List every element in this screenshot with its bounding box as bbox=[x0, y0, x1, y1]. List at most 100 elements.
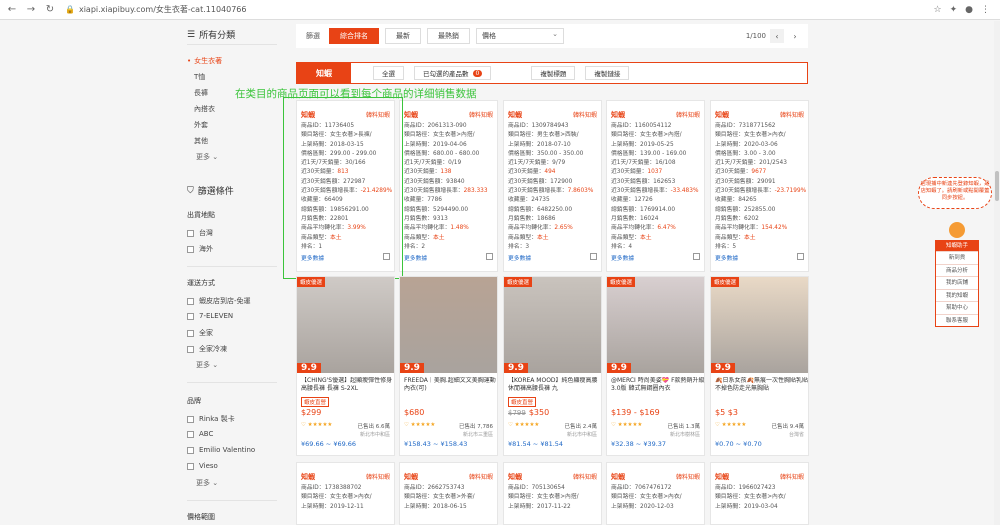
checkbox[interactable] bbox=[187, 430, 194, 438]
more-data-link[interactable]: 更多數據 bbox=[715, 253, 738, 262]
product-title[interactable]: 🍂日系女孩🍂無痕一次性胸貼乳貼 不掉色防走光無胸貼 bbox=[715, 377, 809, 393]
select-checkbox[interactable] bbox=[383, 253, 390, 261]
zhixia-link[interactable]: 韓料知蝦 bbox=[780, 472, 804, 481]
category-item[interactable]: T恤 bbox=[194, 72, 205, 82]
field-value: 5 bbox=[732, 243, 737, 250]
prev-page-button[interactable]: ‹ bbox=[770, 29, 784, 43]
assistant-panel-item[interactable]: 聯系客服 bbox=[936, 313, 978, 327]
assistant-panel-item[interactable]: 商品分析 bbox=[936, 263, 978, 277]
zhixia-link[interactable]: 韓料知蝦 bbox=[780, 110, 804, 119]
zhixia-link[interactable]: 韓料知蝦 bbox=[469, 110, 493, 119]
annotation-text: 在类目的商品页面可以看到每个商品的详细销售数据 bbox=[235, 88, 477, 100]
shipping-option[interactable]: 全家冷凍 bbox=[187, 344, 227, 354]
product-image[interactable]: 蝦皮優選 9.9 bbox=[607, 277, 704, 373]
product-card[interactable]: 蝦皮優選 9.9 🍂日系女孩🍂無痕一次性胸貼乳貼 不掉色防走光無胸貼 $5 $3 ♡ ★… bbox=[710, 276, 809, 456]
product-card[interactable]: 9.9 FREEDA｜美胸.超細文文美胸運動內衣(可) $680 ♡ ★★★★★ 已售出… bbox=[399, 276, 498, 456]
field-label: 商品類型： bbox=[611, 234, 640, 241]
more-data-link[interactable]: 更多數據 bbox=[508, 253, 531, 262]
category-item[interactable]: 長褲 bbox=[194, 88, 208, 98]
ship-from-option[interactable]: 台灣 bbox=[187, 228, 213, 238]
zhixia-link[interactable]: 韓料知蝦 bbox=[573, 110, 597, 119]
assistant-panel-item[interactable]: 我的店鋪 bbox=[936, 276, 978, 289]
assistant-robot-icon[interactable] bbox=[949, 222, 965, 238]
categories-more[interactable]: 更多 ⌄ bbox=[196, 152, 218, 162]
select-checkbox[interactable] bbox=[797, 253, 804, 261]
category-item[interactable]: 其他 bbox=[194, 136, 208, 146]
menu-icon[interactable]: ⋮ bbox=[981, 5, 990, 15]
product-image[interactable]: 9.9 bbox=[400, 277, 497, 373]
zhixia-link[interactable]: 韓料知蝦 bbox=[676, 110, 700, 119]
all-categories-title[interactable]: ☰ 所有分類 bbox=[187, 28, 235, 42]
field-value: 2020-12-03 bbox=[640, 503, 674, 510]
shipping-more[interactable]: 更多 ⌄ bbox=[196, 360, 218, 370]
card-field-conv: 商品平均轉化率：6.47% bbox=[607, 224, 704, 233]
product-image[interactable]: 蝦皮優選 9.9 bbox=[297, 277, 394, 373]
assistant-panel-item[interactable]: 幫助中心 bbox=[936, 301, 978, 314]
scrollbar-thumb[interactable] bbox=[995, 171, 999, 201]
address-bar[interactable]: 🔒 xiapi.xiapibuy.com/女生衣著-cat.11040766 bbox=[65, 4, 246, 15]
assistant-panel-item[interactable]: 我的知蝦 bbox=[936, 288, 978, 302]
zhixia-link[interactable]: 韓料知蝦 bbox=[366, 472, 390, 481]
zhixia-link[interactable]: 韓料知蝦 bbox=[366, 110, 390, 119]
category-item[interactable]: 內搭衣 bbox=[194, 104, 215, 114]
zhixia-link[interactable]: 韓料知蝦 bbox=[573, 472, 597, 481]
product-card[interactable]: 蝦皮優選 9.9 @MERCI 時尚美姿💝 F款熱銷升級3.0版 韓式無鋼圈內衣 $1… bbox=[606, 276, 705, 456]
checkbox[interactable] bbox=[187, 245, 194, 253]
assistant-panel-item[interactable]: 新到貨 bbox=[936, 251, 978, 264]
more-data-link[interactable]: 更多數據 bbox=[301, 253, 324, 262]
product-title[interactable]: FREEDA｜美胸.超細文文美胸運動內衣(可) bbox=[404, 377, 498, 393]
sort-latest-button[interactable]: 最新 bbox=[385, 28, 421, 44]
reload-icon[interactable]: ↻ bbox=[43, 3, 57, 17]
shipping-option[interactable]: 7-ELEVEN bbox=[187, 312, 233, 320]
checkbox[interactable] bbox=[187, 462, 194, 470]
card-field-growth: 近30天銷售額增長率：7.8603% bbox=[504, 187, 601, 196]
copy-link-button[interactable]: 複製鏈接 bbox=[585, 66, 630, 80]
product-title[interactable]: 【KOREA MOOD】純色顯瘦高腰休閒褲高腰長褲 九 bbox=[508, 377, 602, 393]
ship-from-option[interactable]: 海外 bbox=[187, 244, 213, 254]
field-label: 收藏量： bbox=[404, 197, 428, 204]
zhixia-link[interactable]: 韓料知蝦 bbox=[676, 472, 700, 481]
next-page-button[interactable]: › bbox=[788, 29, 802, 43]
sort-top-sales-button[interactable]: 最熱銷 bbox=[427, 28, 470, 44]
select-checkbox[interactable] bbox=[486, 253, 493, 261]
checkbox[interactable] bbox=[187, 229, 194, 237]
category-item[interactable]: 外套 bbox=[194, 120, 208, 130]
select-checkbox[interactable] bbox=[693, 253, 700, 261]
checkbox[interactable] bbox=[187, 329, 194, 337]
checkbox[interactable] bbox=[187, 446, 194, 454]
forward-icon[interactable]: → bbox=[24, 3, 38, 17]
selected-count-button[interactable]: 已勾選的產品數 0 bbox=[414, 66, 492, 80]
field-label: 商品ID： bbox=[508, 123, 532, 129]
brand-option[interactable]: Rinka 製卡 bbox=[187, 414, 235, 424]
shipping-option[interactable]: 全家 bbox=[187, 328, 213, 338]
product-image[interactable]: 蝦皮優選 9.9 bbox=[504, 277, 601, 373]
zhixia-link[interactable]: 韓料知蝦 bbox=[469, 472, 493, 481]
checkbox[interactable] bbox=[187, 345, 194, 353]
checkbox[interactable] bbox=[187, 297, 194, 305]
price-sort-select[interactable]: 價格 bbox=[476, 28, 564, 44]
copy-title-button[interactable]: 複製標題 bbox=[531, 66, 576, 80]
page-scrollbar[interactable] bbox=[994, 21, 1000, 525]
shipping-option[interactable]: 蝦皮店到店-免運 bbox=[187, 296, 251, 306]
select-all-button[interactable]: 全選 bbox=[373, 66, 404, 80]
brand-more[interactable]: 更多 ⌄ bbox=[196, 478, 218, 488]
product-card[interactable]: 蝦皮優選 9.9 【CHING'S優選】超顯瘦彈性修身高腰長褲 長褲 S-2XL 蝦皮… bbox=[296, 276, 395, 456]
more-data-link[interactable]: 更多數據 bbox=[404, 253, 427, 262]
brand-option[interactable]: ABC bbox=[187, 430, 213, 438]
star-icon[interactable]: ☆ bbox=[934, 5, 942, 15]
brand-option[interactable]: Vieso bbox=[187, 462, 218, 470]
product-card[interactable]: 蝦皮優選 9.9 【KOREA MOOD】純色顯瘦高腰休閒褲高腰長褲 九蝦皮直營 $7… bbox=[503, 276, 602, 456]
back-icon[interactable]: ← bbox=[5, 3, 19, 17]
extensions-icon[interactable]: ✦ bbox=[950, 5, 958, 15]
profile-icon[interactable]: ● bbox=[965, 5, 973, 15]
product-image[interactable]: 蝦皮優選 9.9 bbox=[711, 277, 808, 373]
checkbox[interactable] bbox=[187, 312, 194, 320]
product-title[interactable]: 【CHING'S優選】超顯瘦彈性修身高腰長褲 長褲 S-2XL bbox=[301, 377, 395, 393]
checkbox[interactable] bbox=[187, 415, 194, 423]
select-checkbox[interactable] bbox=[590, 253, 597, 261]
brand-option[interactable]: Emilio Valentino bbox=[187, 446, 255, 454]
more-data-link[interactable]: 更多數據 bbox=[611, 253, 634, 262]
category-item[interactable]: 女生衣著 bbox=[187, 56, 222, 66]
sort-relevance-button[interactable]: 綜合排名 bbox=[329, 28, 379, 44]
product-title[interactable]: @MERCI 時尚美姿💝 F款熱銷升級3.0版 韓式無鋼圈內衣 bbox=[611, 377, 705, 393]
